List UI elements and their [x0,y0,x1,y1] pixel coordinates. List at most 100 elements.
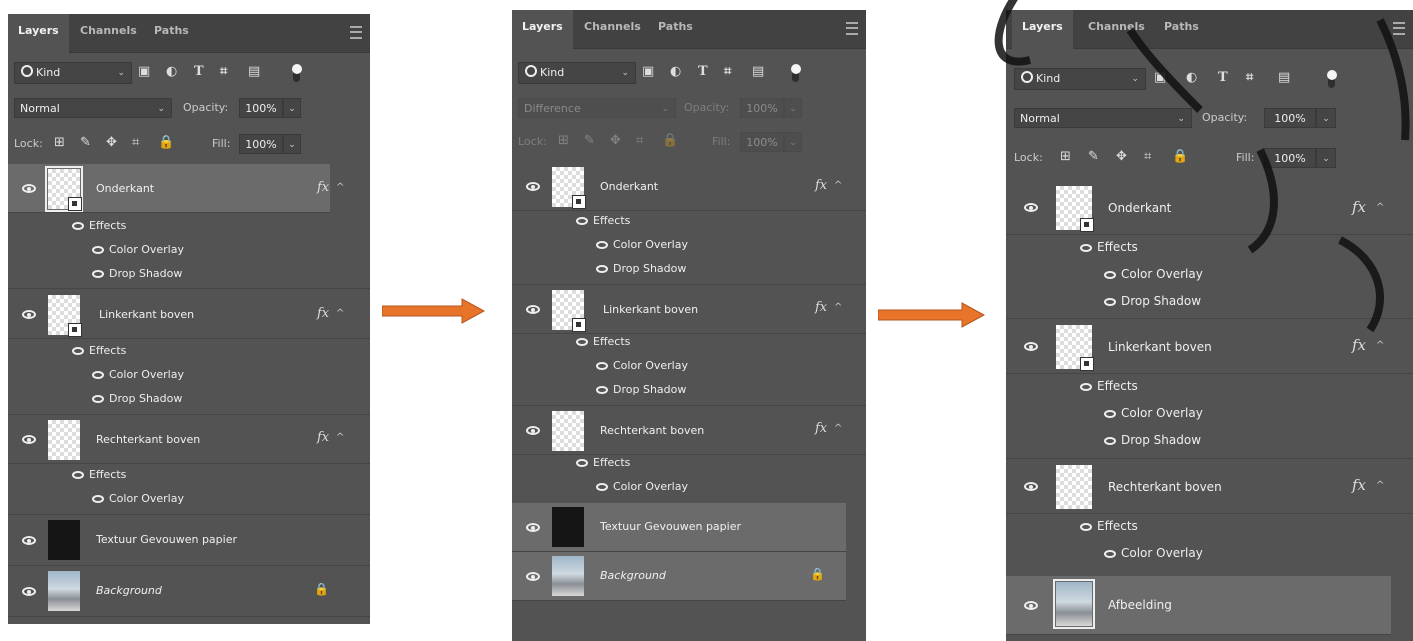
visibility-eye-icon[interactable] [596,362,608,370]
fx-icon[interactable]: fx [317,306,329,321]
chevron-up-icon[interactable]: ^ [336,432,344,443]
effect-item[interactable]: Color Overlay [92,492,184,505]
lock-position-icon[interactable]: ✥ [106,135,117,150]
effects-row[interactable]: Effects [1080,519,1138,533]
type-filter-icon[interactable]: T [194,64,204,79]
effects-row[interactable]: Effects [576,335,630,348]
visibility-eye-icon[interactable] [526,182,540,191]
filter-kind-select[interactable]: Kind ⌄ [14,62,132,84]
visibility-eye-icon[interactable] [1104,437,1116,445]
visibility-eye-icon[interactable] [576,459,588,467]
effects-row[interactable]: Effects [1080,379,1138,393]
visibility-eye-icon[interactable] [72,222,84,230]
effect-item[interactable]: Drop Shadow [1104,433,1201,447]
effect-item[interactable]: Color Overlay [92,368,184,381]
shape-filter-icon[interactable]: ⌗ [220,64,227,79]
panel-menu-icon[interactable] [350,26,362,39]
pixel-filter-icon[interactable]: ▣ [138,64,150,79]
lock-artboard-icon[interactable]: ⌗ [636,133,643,148]
visibility-eye-icon[interactable] [576,217,588,225]
visibility-eye-icon[interactable] [576,338,588,346]
fx-icon[interactable]: fx [815,421,827,436]
fill-dropdown[interactable]: ⌄ [283,134,301,154]
visibility-eye-icon[interactable] [1024,601,1038,610]
visibility-eye-icon[interactable] [1104,410,1116,418]
fx-icon[interactable]: fx [1352,476,1366,494]
type-filter-icon[interactable]: T [698,64,708,79]
layer-row[interactable]: Linkerkant boven [8,290,370,339]
visibility-eye-icon[interactable] [22,536,36,545]
tab-channels[interactable]: Channels [574,10,651,48]
opacity-input[interactable]: 100% [740,98,784,118]
visibility-eye-icon[interactable] [596,483,608,491]
layer-row[interactable]: Linkerkant boven [512,284,866,334]
lock-artboard-icon[interactable]: ⌗ [132,135,139,150]
tab-layers[interactable]: Layers [512,10,573,49]
visibility-eye-icon[interactable] [526,572,540,581]
effects-row[interactable]: Effects [72,468,126,481]
tab-layers[interactable]: Layers [8,14,69,53]
filter-toggle[interactable] [292,64,302,82]
adjustment-filter-icon[interactable]: ◐ [166,64,177,79]
shape-filter-icon[interactable]: ⌗ [724,64,731,79]
visibility-eye-icon[interactable] [22,310,36,319]
fx-icon[interactable]: fx [317,430,329,445]
effect-item[interactable]: Color Overlay [1104,546,1203,560]
fx-icon[interactable]: fx [815,300,827,315]
opacity-dropdown[interactable]: ⌄ [283,98,301,118]
lock-image-icon[interactable]: ✎ [584,133,595,148]
layer-row[interactable]: Afbeelding [1006,576,1391,635]
tab-channels[interactable]: Channels [70,14,147,52]
effect-item[interactable]: Color Overlay [596,480,688,493]
visibility-eye-icon[interactable] [72,471,84,479]
lock-position-icon[interactable]: ✥ [610,133,621,148]
fill-input[interactable]: 100% [740,132,784,152]
effect-item[interactable]: Color Overlay [1104,406,1203,420]
visibility-eye-icon[interactable] [1024,482,1038,491]
effect-item[interactable]: Color Overlay [596,359,688,372]
fx-icon[interactable]: fx [317,180,329,195]
smart-object-filter-icon[interactable]: ▤ [752,64,764,79]
layer-row[interactable]: Rechterkant boven [512,405,866,455]
chevron-up-icon[interactable]: ^ [834,180,842,191]
fill-input[interactable]: 100% [239,134,283,154]
chevron-up-icon[interactable]: ^ [336,308,344,319]
layer-row[interactable]: Textuur Gevouwen papier [8,514,370,566]
visibility-eye-icon[interactable] [526,523,540,532]
effect-item[interactable]: Color Overlay [92,243,184,256]
effect-item[interactable]: Drop Shadow [596,262,686,275]
blend-mode-select[interactable]: Difference ⌄ [518,98,676,118]
visibility-eye-icon[interactable] [1080,523,1092,531]
visibility-eye-icon[interactable] [596,265,608,273]
tab-paths[interactable]: Paths [144,14,199,52]
visibility-eye-icon[interactable] [92,246,104,254]
tab-paths[interactable]: Paths [648,10,703,48]
blend-mode-select[interactable]: Normal ⌄ [14,98,172,118]
lock-all-icon[interactable]: 🔒 [158,135,174,150]
visibility-eye-icon[interactable] [526,426,540,435]
opacity-input[interactable]: 100% [239,98,283,118]
visibility-eye-icon[interactable] [1080,383,1092,391]
lock-image-icon[interactable]: ✎ [80,135,91,150]
visibility-eye-icon[interactable] [596,241,608,249]
visibility-eye-icon[interactable] [92,395,104,403]
lock-transparent-icon[interactable]: ⊞ [54,135,65,150]
lock-all-icon[interactable]: 🔒 [662,133,678,148]
layer-row[interactable]: Background 🔒 [512,552,846,601]
layer-row[interactable]: Onderkant [8,164,330,213]
effects-row[interactable]: Effects [72,219,126,232]
chevron-up-icon[interactable]: ^ [834,423,842,434]
effect-item[interactable]: Drop Shadow [92,267,182,280]
fx-icon[interactable]: fx [815,178,827,193]
pixel-filter-icon[interactable]: ▣ [642,64,654,79]
chevron-up-icon[interactable]: ^ [834,302,842,313]
visibility-eye-icon[interactable] [22,184,36,193]
chevron-up-icon[interactable]: ^ [1376,480,1384,491]
visibility-eye-icon[interactable] [22,587,36,596]
effect-item[interactable]: Color Overlay [596,238,688,251]
layer-row[interactable]: Onderkant [512,162,866,211]
filter-toggle[interactable] [791,64,801,82]
visibility-eye-icon[interactable] [22,435,36,444]
effects-row[interactable]: Effects [576,456,630,469]
layer-row[interactable]: Rechterkant boven [8,414,370,464]
